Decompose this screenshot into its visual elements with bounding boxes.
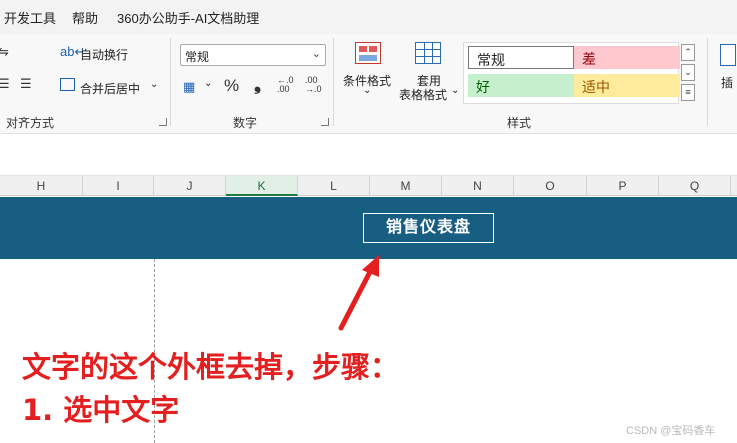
annotation-line-1: 文字的这个外框去掉，步骤： — [22, 350, 400, 384]
annotation-line-2: 1. 选中文字 — [22, 393, 180, 427]
watermark: CSDN @宝码香车 — [626, 425, 716, 437]
